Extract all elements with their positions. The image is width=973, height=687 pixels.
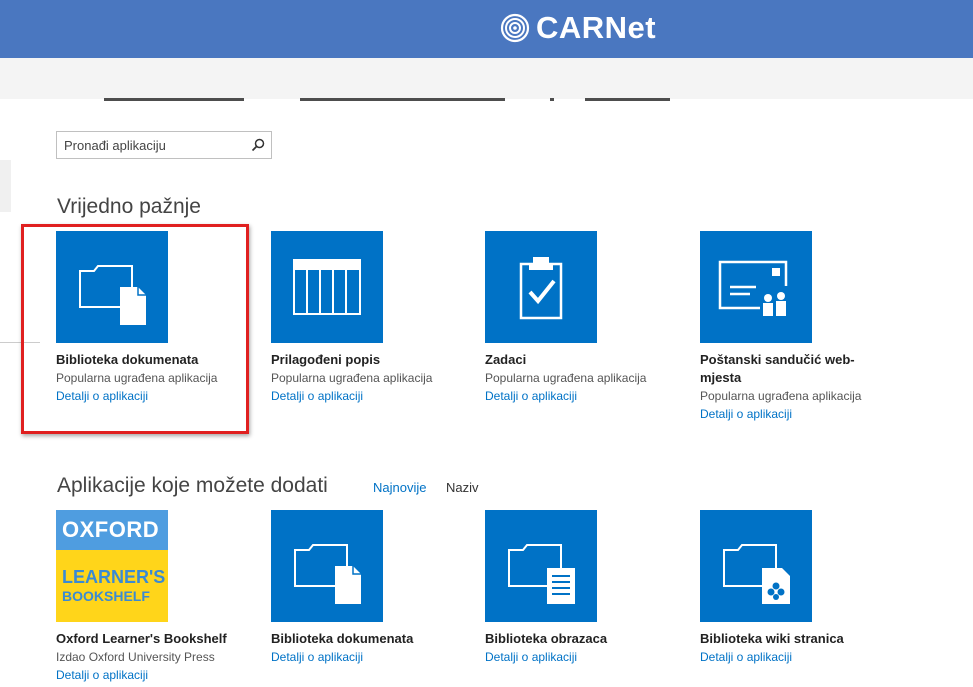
app-title[interactable]: Oxford Learner's Bookshelf <box>56 630 256 648</box>
cut-text-fragment <box>104 98 244 101</box>
tasks-clipboard-icon[interactable] <box>485 231 597 343</box>
search-input[interactable] <box>57 132 245 158</box>
oxford-logo-line3: BOOKSHELF <box>62 588 150 604</box>
app-tile-tasks[interactable]: Zadaci Popularna ugrađena aplikacija Det… <box>485 231 685 405</box>
cut-text-fragment <box>585 98 670 101</box>
app-tile-oxford[interactable]: OXFORD LEARNER'S BOOKSHELF Oxford Learne… <box>56 510 256 684</box>
app-details-link[interactable]: Detalji o aplikaciji <box>271 387 471 405</box>
app-tile-document-library-2[interactable]: Biblioteka dokumenata Detalji o aplikaci… <box>271 510 471 666</box>
app-title[interactable]: Zadaci <box>485 351 685 369</box>
left-nav-stub <box>0 160 11 212</box>
document-library-icon[interactable] <box>271 510 383 622</box>
suite-bar <box>0 58 973 99</box>
search-icon[interactable] <box>245 132 271 158</box>
wiki-page-library-icon[interactable] <box>700 510 812 622</box>
oxford-logo-line2: LEARNER'S <box>62 567 166 587</box>
sort-name-link[interactable]: Naziv <box>446 480 479 495</box>
app-subtitle: Popularna ugrađena aplikacija <box>700 389 862 403</box>
carnet-swirl-icon <box>500 13 530 43</box>
site-mailbox-icon[interactable] <box>700 231 812 343</box>
app-details-link[interactable]: Detalji o aplikaciji <box>485 648 685 666</box>
app-tile-form-library[interactable]: Biblioteka obrazaca Detalji o aplikaciji <box>485 510 685 666</box>
app-title[interactable]: Prilagođeni popis <box>271 351 471 369</box>
app-title[interactable]: Biblioteka wiki stranica <box>700 630 900 648</box>
noteworthy-heading: Vrijedno pažnje <box>57 195 201 218</box>
top-banner <box>0 0 973 58</box>
form-library-icon[interactable] <box>485 510 597 622</box>
app-subtitle: Izdao Oxford University Press <box>56 650 215 664</box>
highlight-box <box>21 224 249 434</box>
app-tile-site-mailbox[interactable]: Poštanski sandučić web-mjesta Popularna … <box>700 231 900 423</box>
app-title[interactable]: Biblioteka obrazaca <box>485 630 685 648</box>
cut-text-fragment <box>300 98 505 101</box>
app-details-link[interactable]: Detalji o aplikaciji <box>700 648 900 666</box>
sort-newest-link[interactable]: Najnovije <box>373 480 426 495</box>
app-details-link[interactable]: Detalji o aplikaciji <box>271 648 471 666</box>
addable-heading: Aplikacije koje možete dodati <box>57 474 328 497</box>
carnet-logo[interactable]: CARNet <box>500 7 656 49</box>
app-subtitle: Popularna ugrađena aplikacija <box>271 371 433 385</box>
custom-list-icon[interactable] <box>271 231 383 343</box>
app-details-link[interactable]: Detalji o aplikaciji <box>485 387 685 405</box>
brand-name: CARNet <box>536 10 657 45</box>
oxford-logo-lower: LEARNER'S BOOKSHELF <box>56 550 168 622</box>
app-tile-wiki-library[interactable]: Biblioteka wiki stranica Detalji o aplik… <box>700 510 900 666</box>
app-tile-custom-list[interactable]: Prilagođeni popis Popularna ugrađena apl… <box>271 231 471 405</box>
oxford-logo[interactable]: OXFORD LEARNER'S BOOKSHELF <box>56 510 168 622</box>
search-box[interactable] <box>56 131 272 159</box>
app-subtitle: Popularna ugrađena aplikacija <box>485 371 647 385</box>
app-details-link[interactable]: Detalji o aplikaciji <box>700 405 900 423</box>
app-details-link[interactable]: Detalji o aplikaciji <box>56 666 256 684</box>
app-title[interactable]: Biblioteka dokumenata <box>271 630 471 648</box>
cut-text-fragment <box>550 98 554 101</box>
oxford-logo-line1: OXFORD <box>56 510 168 550</box>
app-title[interactable]: Poštanski sandučić web-mjesta <box>700 351 880 387</box>
